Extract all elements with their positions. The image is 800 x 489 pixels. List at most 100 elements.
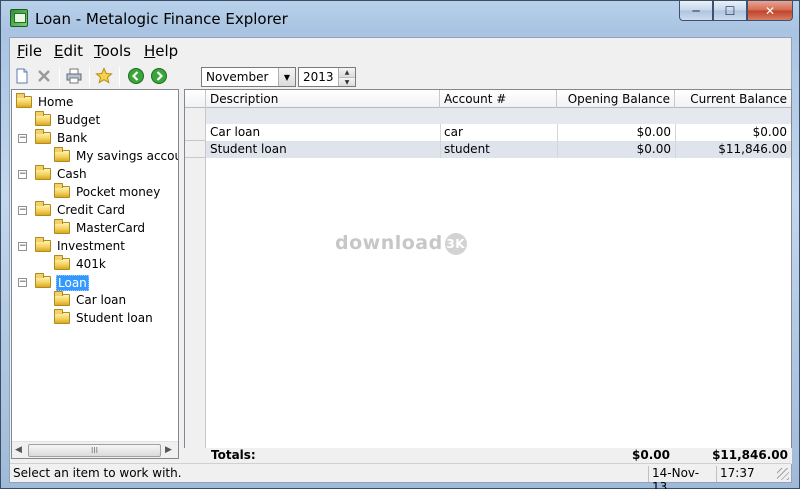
tree-item-label: Home (38, 95, 74, 109)
header-corner (185, 90, 206, 108)
column-header-account[interactable]: Account # (440, 90, 557, 108)
collapse-toggle-icon[interactable]: − (18, 206, 27, 215)
cell-description: Student loan (210, 142, 287, 156)
tree-horizontal-scrollbar[interactable]: ◀ III ▶ (12, 441, 178, 458)
menu-tools[interactable]: Tools (94, 42, 131, 60)
close-button[interactable]: ✕ (747, 1, 793, 21)
tree-item-label: Budget (57, 113, 101, 127)
folder-icon (35, 165, 51, 180)
cell-current-balance: $11,846.00 (718, 142, 787, 156)
account-tree[interactable]: Home Budget Bank − My savings accour Cash − Poc… (11, 89, 179, 459)
cell-account: student (444, 142, 490, 156)
tree-item-label: Student loan (76, 311, 153, 325)
new-document-icon[interactable] (13, 67, 31, 85)
column-header-current-balance[interactable]: Current Balance (675, 90, 791, 108)
watermark: download 3K (335, 232, 467, 255)
chevron-down-icon[interactable]: ▼ (278, 68, 295, 86)
forward-arrow-icon[interactable] (150, 67, 168, 85)
menu-file[interactable]: File (17, 42, 42, 60)
menu-file-label: ile (24, 42, 43, 60)
minimize-button[interactable]: ─ (679, 1, 713, 21)
folder-icon (35, 273, 51, 288)
tree-item-label: Loan (56, 275, 89, 291)
toolbar-separator (59, 67, 60, 87)
row-selector[interactable] (185, 141, 206, 158)
folder-icon (54, 183, 70, 198)
tree-item-label: MasterCard (76, 221, 146, 235)
year-spinner[interactable]: 2013 ▲ ▼ (298, 67, 356, 87)
status-date: 14-Nov-13 (648, 466, 714, 489)
cell-opening-balance: $0.00 (636, 142, 671, 156)
status-message: Select an item to work with. (13, 466, 182, 480)
month-value: November (206, 70, 269, 84)
tree-item-label: Bank (57, 131, 88, 145)
column-header-description[interactable]: Description (206, 90, 440, 108)
folder-icon (54, 291, 70, 306)
folder-icon (54, 219, 70, 234)
collapse-toggle-icon[interactable]: − (18, 134, 27, 143)
print-icon[interactable] (65, 67, 83, 85)
status-time: 17:37 (716, 466, 772, 482)
row-selector[interactable] (185, 124, 206, 141)
folder-icon (16, 93, 32, 108)
folder-icon (35, 111, 51, 126)
menu-help[interactable]: Help (144, 42, 178, 60)
column-divider (440, 124, 441, 158)
tree-item-label: My savings accour (76, 149, 179, 163)
folder-icon (54, 147, 70, 162)
totals-row: Totals: $0.00 $11,846.00 (184, 448, 792, 464)
collapse-toggle-icon[interactable]: − (18, 278, 27, 287)
status-bar: Select an item to work with. 14-Nov-13 1… (10, 463, 791, 489)
toolbar-separator (89, 67, 90, 87)
cell-description: Car loan (210, 125, 261, 139)
accounts-grid: Description Account # Opening Balance Cu… (184, 89, 792, 459)
menu-bar: File Edit Tools Help (10, 38, 791, 62)
folder-icon (54, 309, 70, 324)
menu-edit-label: dit (63, 42, 84, 60)
folder-icon (35, 129, 51, 144)
window-title: Loan - Metalogic Finance Explorer (35, 10, 288, 28)
caption-buttons: ─ ☐ ✕ (679, 1, 793, 21)
spin-up-icon[interactable]: ▲ (338, 68, 355, 77)
folder-icon (54, 255, 70, 270)
folder-icon (35, 237, 51, 252)
favorite-star-icon[interactable] (95, 67, 113, 85)
back-arrow-icon[interactable] (127, 67, 145, 85)
app-icon[interactable] (10, 9, 28, 27)
spin-down-icon[interactable]: ▼ (338, 77, 355, 86)
watermark-badge: 3K (444, 232, 467, 255)
totals-current-balance: $11,846.00 (712, 448, 788, 462)
grid-group-band (206, 108, 791, 124)
tree-item-label: Pocket money (76, 185, 161, 199)
tree-item-label: Cash (57, 167, 87, 181)
tree-item-label: Investment (57, 239, 125, 253)
toolbar: November ▼ 2013 ▲ ▼ (10, 64, 791, 90)
menu-tools-label: ools (100, 42, 131, 60)
cell-account: car (444, 125, 463, 139)
scroll-left-icon[interactable]: ◀ (15, 445, 22, 455)
menu-help-label: elp (155, 42, 179, 60)
column-header-opening-balance[interactable]: Opening Balance (557, 90, 675, 108)
table-row[interactable]: Student loan student $0.00 $11,846.00 (206, 141, 791, 158)
collapse-toggle-icon[interactable]: − (18, 242, 27, 251)
collapse-toggle-icon[interactable]: − (18, 170, 27, 179)
app-window: Loan - Metalogic Finance Explorer ─ ☐ ✕ … (0, 0, 800, 489)
column-divider (557, 124, 558, 158)
scroll-right-icon[interactable]: ▶ (165, 445, 172, 455)
menu-tools-mnemonic: T (94, 42, 101, 60)
tree-item-label: 401k (76, 257, 106, 271)
table-row[interactable]: Car loan car $0.00 $0.00 (206, 124, 791, 141)
totals-opening-balance: $0.00 (632, 448, 670, 462)
folder-icon (35, 201, 51, 216)
scroll-thumb[interactable]: III (28, 444, 161, 457)
totals-label: Totals: (211, 448, 256, 462)
cell-opening-balance: $0.00 (636, 125, 671, 139)
resize-grip[interactable] (777, 468, 789, 480)
title-bar[interactable]: Loan - Metalogic Finance Explorer ─ ☐ ✕ (1, 1, 799, 37)
year-value: 2013 (303, 70, 334, 84)
menu-edit[interactable]: Edit (54, 42, 83, 60)
cell-current-balance: $0.00 (752, 125, 787, 139)
month-dropdown[interactable]: November ▼ (201, 67, 296, 87)
delete-icon[interactable] (35, 67, 53, 85)
maximize-button[interactable]: ☐ (713, 1, 747, 21)
